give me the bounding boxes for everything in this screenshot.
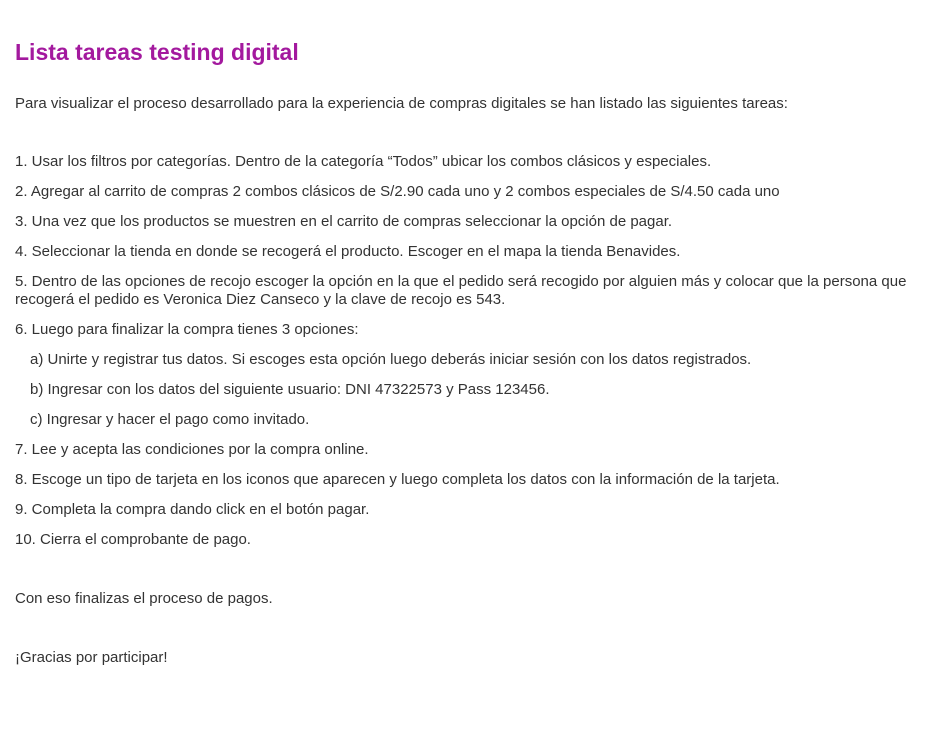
closing-paragraph: Con eso finalizas el proceso de pagos.: [15, 590, 273, 607]
task-item-3: 3. Una vez que los productos se muestren…: [15, 213, 673, 230]
task-subitem-a: a) Unirte y registrar tus datos. Si esco…: [30, 351, 752, 368]
intro-paragraph: Para visualizar el proceso desarrollado …: [15, 95, 788, 112]
task-item-9: 9. Completa la compra dando click en el …: [15, 501, 370, 518]
thanks-paragraph: ¡Gracias por participar!: [15, 649, 168, 666]
task-item-5: 5. Dentro de las opciones de recojo esco…: [15, 273, 907, 308]
task-item-2: 2. Agregar al carrito de compras 2 combo…: [15, 183, 780, 200]
task-item-6: 6. Luego para finalizar la compra tienes…: [15, 321, 359, 338]
task-subitem-b: b) Ingresar con los datos del siguiente …: [30, 381, 550, 398]
task-item-8: 8. Escoge un tipo de tarjeta en los icon…: [15, 471, 780, 488]
page-title: Lista tareas testing digital: [15, 39, 299, 65]
task-item-10: 10. Cierra el comprobante de pago.: [15, 531, 251, 548]
task-list: 1. Usar los filtros por categorías. Dent…: [15, 153, 927, 561]
task-item-1: 1. Usar los filtros por categorías. Dent…: [15, 153, 712, 170]
task-subitem-c: c) Ingresar y hacer el pago como invitad…: [30, 411, 310, 428]
task-item-4: 4. Seleccionar la tienda en donde se rec…: [15, 243, 681, 260]
task-item-7: 7. Lee y acepta las condiciones por la c…: [15, 441, 369, 458]
